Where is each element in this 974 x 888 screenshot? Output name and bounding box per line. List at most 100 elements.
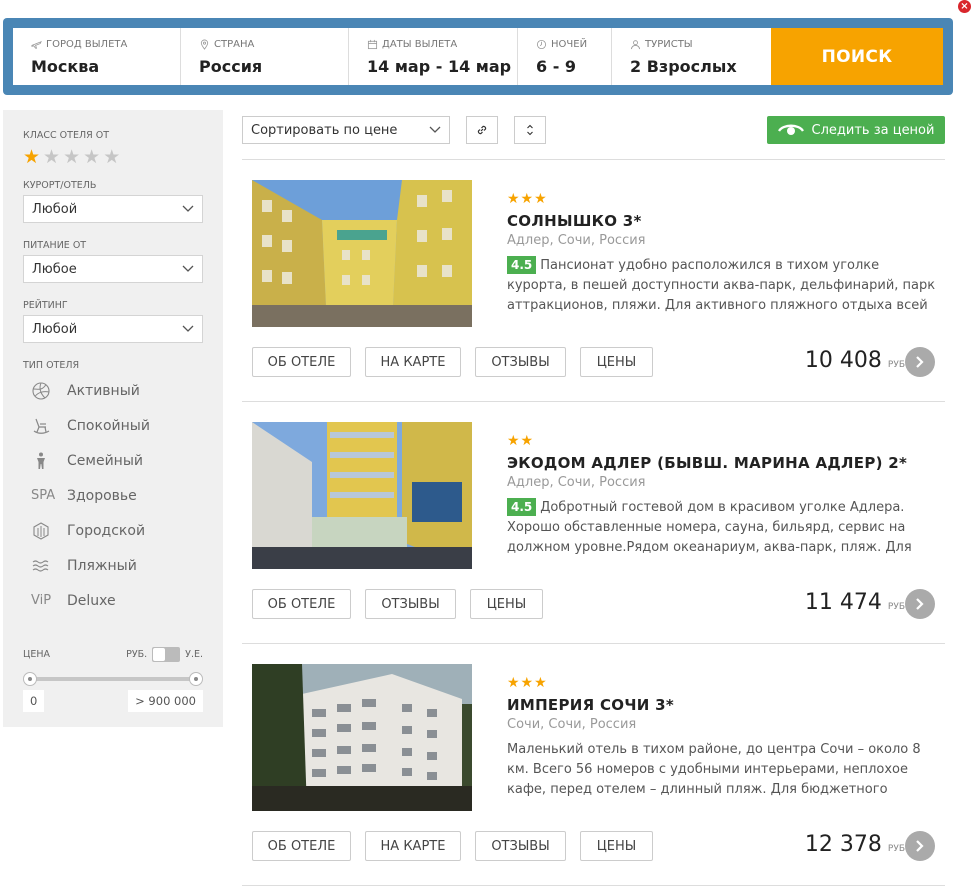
hotel-stars: ★★: [507, 433, 535, 449]
plane-icon: [31, 40, 42, 49]
watch-price-button[interactable]: Следить за ценой: [767, 116, 945, 144]
divider: [242, 643, 945, 644]
hotel-description: Пансионат удобно расположился в тихом уг…: [507, 258, 936, 313]
resort-select[interactable]: Любой: [23, 195, 203, 223]
price-max-value[interactable]: > 900 000: [128, 690, 203, 712]
hotel-type-label-text: Спокойный: [67, 417, 150, 434]
price-currency: РУБ: [887, 360, 905, 370]
nights-label: Ночей: [551, 38, 588, 50]
open-hotel-button[interactable]: [905, 347, 935, 377]
reviews-button[interactable]: ОТЗЫВЫ: [475, 347, 566, 377]
star-icon[interactable]: ★: [23, 147, 40, 167]
country-value: Россия: [199, 57, 263, 76]
sort-order-button[interactable]: [514, 116, 546, 144]
spa-icon: SPA: [31, 488, 56, 503]
reviews-button[interactable]: ОТЗЫВЫ: [475, 831, 566, 861]
hotel-location: Сочи, Сочи, Россия: [507, 717, 637, 732]
meal-select-value: Любое: [32, 261, 77, 277]
hotel-name[interactable]: ИМПЕРИЯ СОЧИ 3*: [507, 696, 937, 714]
hotel-type-family[interactable]: Семейный: [23, 443, 203, 478]
hotel-name[interactable]: ЭКОДОМ АДЛЕР (БЫВШ. МАРИНА АДЛЕР) 2*: [507, 454, 937, 472]
price-min-value[interactable]: 0: [23, 690, 45, 712]
person-icon: [630, 39, 641, 49]
prices-button[interactable]: ЦЕНЫ: [580, 831, 653, 861]
hotel-class-stars[interactable]: ★ ★ ★ ★ ★: [23, 147, 203, 167]
hotel-stars: ★★★: [507, 675, 548, 691]
resort-label: КУРОРТ/ОТЕЛЬ: [23, 180, 97, 191]
hotel-description: Маленький отель в тихом районе, до центр…: [507, 742, 921, 797]
hotel-type-city[interactable]: Городской: [23, 513, 203, 548]
hotel-price: 10 408: [804, 348, 882, 373]
hotel-name[interactable]: СОЛНЫШКО 3*: [507, 212, 937, 230]
about-hotel-button[interactable]: ОБ ОТЕЛЕ: [252, 831, 351, 861]
resort-select-value: Любой: [32, 201, 78, 217]
rocking-chair-icon: [33, 418, 50, 434]
currency-toggle[interactable]: [152, 646, 181, 662]
on-map-button[interactable]: НА КАРТЕ: [365, 347, 461, 377]
open-hotel-button[interactable]: [905, 589, 935, 619]
about-hotel-button[interactable]: ОБ ОТЕЛЕ: [252, 347, 351, 377]
hotel-photo[interactable]: [252, 180, 472, 327]
hotel-type-label-text: Городской: [67, 522, 146, 539]
star-icon[interactable]: ★: [63, 147, 80, 167]
nights-field[interactable]: Ночей 6 - 9: [518, 28, 612, 85]
search-button[interactable]: ПОИСК: [771, 28, 943, 85]
on-map-button[interactable]: НА КАРТЕ: [365, 831, 461, 861]
reviews-button[interactable]: ОТЗЫВЫ: [365, 589, 456, 619]
hotel-class-label: КЛАСС ОТЕЛЯ ОТ: [23, 130, 110, 141]
hotel-card: ★★ ЭКОДОМ АДЛЕР (БЫВШ. МАРИНА АДЛЕР) 2* …: [252, 422, 945, 642]
price-slider-max-handle[interactable]: [189, 672, 203, 686]
sort-select[interactable]: Сортировать по цене: [242, 116, 450, 144]
eye-icon: [777, 124, 804, 135]
hotel-type-label-text: Активный: [67, 382, 140, 399]
prices-button[interactable]: ЦЕНЫ: [470, 589, 543, 619]
price-slider[interactable]: [23, 672, 203, 686]
departure-dates-label: Даты вылета: [382, 38, 458, 50]
price-slider-min-handle[interactable]: [23, 672, 37, 686]
departure-city-field[interactable]: Город вылета Москва: [13, 28, 181, 85]
chevron-down-icon: [182, 265, 194, 272]
star-icon[interactable]: ★: [103, 147, 120, 167]
star-icon[interactable]: ★: [43, 147, 60, 167]
country-field[interactable]: Страна Россия: [181, 28, 349, 85]
watch-price-label: Следить за ценой: [811, 122, 935, 138]
departure-dates-value: 14 мар - 14 мар: [367, 57, 512, 76]
tourists-label: Туристы: [645, 38, 693, 50]
departure-city-value: Москва: [31, 57, 100, 76]
currency-rub-label: РУБ.: [126, 648, 148, 660]
prices-button[interactable]: ЦЕНЫ: [580, 347, 653, 377]
share-link-button[interactable]: [466, 116, 498, 144]
results-toolbar: Сортировать по цене Следить за ценой: [242, 116, 945, 144]
close-icon[interactable]: ×: [958, 0, 971, 13]
hotel-type-deluxe[interactable]: ViP Deluxe: [23, 583, 203, 618]
divider: [242, 885, 945, 886]
price-currency: РУБ: [887, 602, 905, 612]
open-hotel-button[interactable]: [905, 831, 935, 861]
hotel-photo[interactable]: [252, 422, 472, 569]
hotel-stars: ★★★: [507, 191, 548, 207]
country-label: Страна: [214, 38, 255, 50]
location-pin-icon: [200, 39, 209, 50]
departure-city-label: Город вылета: [46, 38, 128, 50]
about-hotel-button[interactable]: ОБ ОТЕЛЕ: [252, 589, 351, 619]
hotel-price: 12 378: [804, 832, 882, 857]
rating-select[interactable]: Любой: [23, 315, 203, 343]
clock-icon: [536, 39, 547, 49]
hotel-type-health[interactable]: SPA Здоровье: [23, 478, 203, 513]
hotel-type-beach[interactable]: Пляжный: [23, 548, 203, 583]
vip-icon: ViP: [31, 593, 52, 608]
hotel-location: Адлер, Сочи, Россия: [507, 475, 646, 490]
tourists-field[interactable]: Туристы 2 Взрослых: [612, 28, 771, 85]
hotel-type-label: ТИП ОТЕЛЯ: [23, 360, 80, 371]
meal-select[interactable]: Любое: [23, 255, 203, 283]
hotel-type-active[interactable]: Активный: [23, 373, 203, 408]
rating-label: РЕЙТИНГ: [23, 300, 68, 311]
hotel-type-calm[interactable]: Спокойный: [23, 408, 203, 443]
rating-select-value: Любой: [32, 321, 78, 337]
tourists-value: 2 Взрослых: [630, 57, 737, 76]
hotel-photo[interactable]: [252, 664, 472, 811]
star-icon[interactable]: ★: [83, 147, 100, 167]
search-bar: Город вылета Москва Страна Россия Даты в…: [3, 18, 953, 95]
departure-dates-field[interactable]: Даты вылета 14 мар - 14 мар: [349, 28, 518, 85]
hotel-card: ★★★ СОЛНЫШКО 3* Адлер, Сочи, Россия 4.5 П…: [252, 180, 945, 400]
